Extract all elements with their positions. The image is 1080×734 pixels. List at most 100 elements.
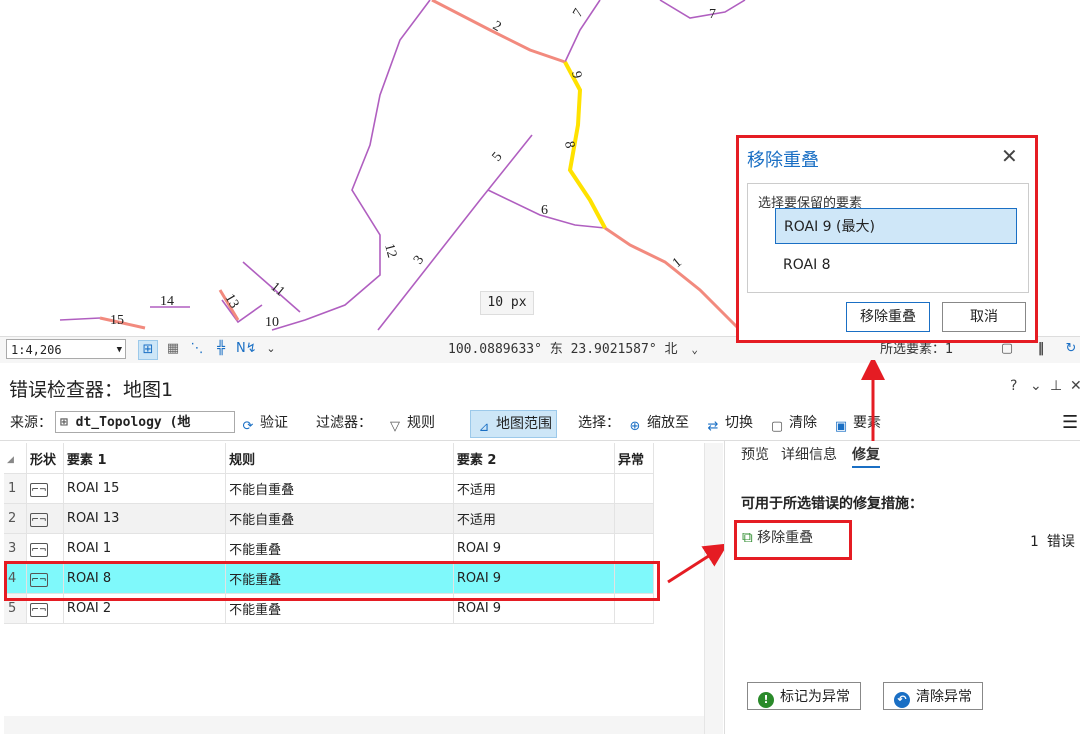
- coordinate-text: 100.0889633° 东 23.9021587° 北: [448, 342, 678, 357]
- map-extent-icon: ⊿: [478, 420, 490, 435]
- feature1-cell: ROAI 15: [63, 473, 227, 504]
- road-2-error: [431, 0, 566, 64]
- row-number: 1: [4, 473, 27, 504]
- row-number: 2: [4, 503, 27, 534]
- table-row[interactable]: 2 ⌐¬ ROAI 13 不能自重叠 不适用: [4, 503, 654, 534]
- map-label: 11: [267, 280, 287, 300]
- cancel-button[interactable]: 取消: [942, 302, 1026, 332]
- fix-heading: 可用于所选错误的修复措施：: [741, 496, 923, 512]
- tab-details[interactable]: 详细信息: [781, 444, 837, 464]
- remove-overlap-button[interactable]: 移除重叠: [846, 302, 930, 332]
- rule-cell: 不能自重叠: [225, 503, 454, 534]
- close-icon[interactable]: ✕: [1001, 144, 1018, 168]
- map-label: 2: [490, 18, 504, 34]
- map-label: 7: [570, 6, 586, 20]
- fixed-zoom-icon[interactable]: ⊞: [138, 340, 158, 360]
- map-label: 6: [541, 203, 548, 218]
- row-number-header: ◢: [4, 443, 27, 474]
- column-header-shape[interactable]: 形状: [26, 443, 64, 474]
- pane-title: 错误检查器：地图1: [9, 379, 174, 401]
- error-inspector-toolbar: 来源： ⊞ dt_Topology (地 ⟳ 验证 过滤器： ▽ 规则 ⊿ 地图范围 …: [0, 406, 1080, 441]
- map-extent-label: 地图范围: [496, 416, 552, 432]
- column-header-feature1[interactable]: 要素 1: [63, 443, 227, 474]
- filter-icon: ▽: [390, 419, 400, 434]
- tab-preview[interactable]: 预览: [741, 444, 769, 464]
- exception-cell: [614, 473, 654, 504]
- arrow-to-fix: [667, 543, 729, 584]
- chevron-down-icon: ▼: [116, 345, 122, 355]
- feature2-cell: ROAI 9: [453, 533, 616, 564]
- rule-cell: 不能自重叠: [225, 473, 454, 504]
- help-icon[interactable]: ?: [1010, 378, 1017, 394]
- table-header-row: ◢ 形状 要素 1 规则 要素 2 异常: [4, 443, 654, 474]
- select-label: 选择：: [578, 415, 620, 431]
- zoom-to-icon: ⊕: [629, 419, 641, 434]
- line-shape-icon: ⌐¬: [29, 482, 48, 497]
- sort-icon[interactable]: ◢: [7, 455, 14, 465]
- map-label: 14: [160, 294, 174, 309]
- fix-panel: 预览 详细信息 修复 可用于所选错误的修复措施： ⧉ 移除重叠 1 错误 ! 标记…: [724, 441, 1080, 734]
- table-row[interactable]: 3 ⌐¬ ROAI 1 不能重叠 ROAI 9: [4, 533, 654, 564]
- options-icon[interactable]: ⌄: [1030, 378, 1042, 394]
- map-label: 10: [265, 315, 279, 330]
- mark-exception-label: 标记为异常: [780, 689, 850, 705]
- exclamation-icon: !: [758, 692, 774, 708]
- exception-cell: [614, 533, 654, 564]
- close-icon[interactable]: ✕: [1070, 378, 1080, 394]
- road-7b: [659, 0, 746, 19]
- map-label: 15: [110, 313, 124, 328]
- shape-cell: ⌐¬: [26, 533, 64, 564]
- column-header-feature2[interactable]: 要素 2: [453, 443, 616, 474]
- option-roai-8[interactable]: ROAI 8: [775, 247, 1017, 283]
- map-label: 5: [490, 150, 506, 165]
- refresh-icon[interactable]: ↻: [1062, 340, 1080, 358]
- map-label: 3: [411, 253, 427, 267]
- map-label: 12: [381, 242, 399, 259]
- row-number: 3: [4, 533, 27, 564]
- map-extent-button[interactable]: ⊿ 地图范围: [470, 410, 557, 438]
- chevron-down-icon[interactable]: ⌄: [262, 340, 280, 358]
- rule-cell: 不能重叠: [225, 533, 454, 564]
- road-15: [59, 317, 101, 321]
- table-horizontal-scrollbar[interactable]: [4, 716, 704, 734]
- constraint-icon[interactable]: ╬: [212, 340, 230, 358]
- grid-icon[interactable]: ▦: [164, 340, 182, 358]
- scale-value: 1:4,206: [11, 343, 62, 357]
- validate-icon: ⟳: [242, 419, 254, 434]
- clear-exception-label: 清除异常: [916, 689, 972, 705]
- scale-bar: 10 px: [480, 291, 534, 315]
- option-roai-9[interactable]: ROAI 9 (最大): [775, 208, 1017, 244]
- feature2-cell: 不适用: [453, 503, 616, 534]
- error-inspector-header: 错误检查器：地图1 ? ⌄ ⊥ ✕: [0, 372, 1080, 404]
- source-dropdown[interactable]: ⊞ dt_Topology (地: [55, 411, 235, 433]
- column-header-exception[interactable]: 异常: [614, 443, 654, 474]
- tab-fix[interactable]: 修复: [852, 444, 880, 468]
- shape-cell: ⌐¬: [26, 503, 64, 534]
- feature1-cell: ROAI 1: [63, 533, 227, 564]
- road-1-error: [604, 226, 742, 332]
- exception-cell: [614, 503, 654, 534]
- validate-button[interactable]: ⟳ 验证: [239, 410, 288, 436]
- annotation-highlight-fix: [734, 520, 852, 560]
- dialog-title: 移除重叠: [747, 150, 819, 171]
- table-row[interactable]: 1 ⌐¬ ROAI 15 不能自重叠 不适用: [4, 473, 654, 504]
- line-shape-icon: ⌐¬: [29, 512, 48, 527]
- map-label: 9: [568, 70, 584, 79]
- north-arrow-icon[interactable]: N↯: [236, 340, 257, 358]
- clear-exception-icon: ↶: [894, 692, 910, 708]
- rules-label: 规则: [407, 415, 435, 431]
- column-header-rule[interactable]: 规则: [225, 443, 454, 474]
- rules-button[interactable]: ▽ 规则: [386, 410, 435, 436]
- menu-icon[interactable]: ☰: [1062, 410, 1078, 436]
- feature2-cell: 不适用: [453, 473, 616, 504]
- filter-label: 过滤器：: [316, 415, 372, 431]
- snapping-icon[interactable]: ⋱: [188, 340, 206, 358]
- pin-icon[interactable]: ⊥: [1050, 378, 1062, 394]
- topology-icon: ⊞: [60, 415, 68, 430]
- scale-dropdown[interactable]: 1:4,206 ▼: [6, 339, 126, 359]
- line-shape-icon: ⌐¬: [29, 542, 48, 557]
- mark-exception-button[interactable]: ! 标记为异常: [747, 682, 861, 710]
- clear-exception-button[interactable]: ↶ 清除异常: [883, 682, 983, 710]
- chevron-down-icon[interactable]: ⌄: [691, 343, 698, 356]
- source-value: dt_Topology (地: [75, 415, 191, 430]
